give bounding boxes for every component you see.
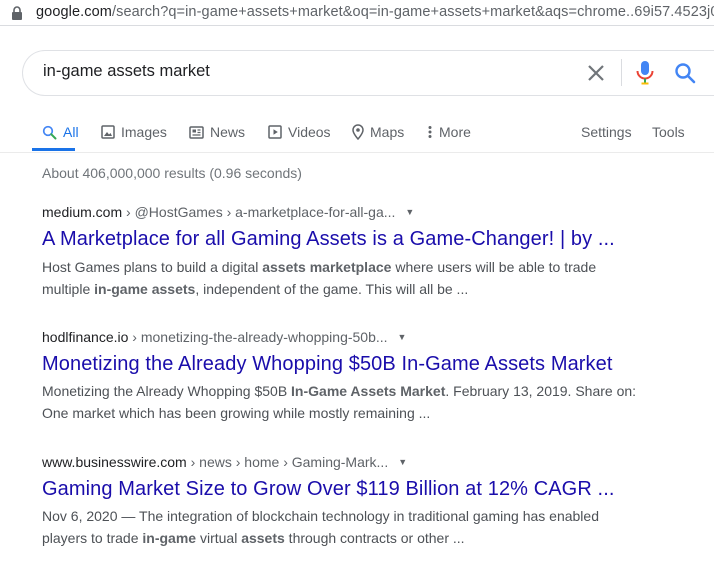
result-path: › news › home › Gaming-Mark... [186, 454, 389, 470]
snippet-text: Nov 6, 2020 — The integration of blockch… [42, 508, 599, 524]
result-snippet-line: Host Games plans to build a digital asse… [42, 256, 596, 278]
result-title[interactable]: Gaming Market Size to Grow Over $119 Bil… [42, 478, 615, 501]
video-icon [268, 125, 282, 139]
snippet-highlight: in-game assets [94, 281, 196, 297]
snippet-text: Monetizing the Already Whopping $50B [42, 383, 292, 399]
map-pin-icon [352, 124, 364, 140]
result-title[interactable]: Monetizing the Already Whopping $50B In-… [42, 353, 613, 376]
snippet-highlight: in-game [142, 530, 197, 546]
lock-icon [12, 6, 22, 20]
result-snippet-line: multiple in-game assets, independent of … [42, 278, 468, 300]
result-snippet-line: players to trade in-game virtual assets … [42, 527, 465, 549]
active-tab-indicator [32, 148, 75, 151]
snippet-text: where users will be able to trade [391, 259, 597, 275]
tab-all[interactable]: All [42, 121, 79, 143]
search-icon [42, 125, 57, 139]
tab-label: Images [121, 124, 167, 140]
result-cite[interactable]: medium.com › @HostGames › a-marketplace-… [42, 204, 414, 220]
result-snippet-line: One market which has been growing while … [42, 402, 430, 424]
image-icon [101, 125, 115, 139]
address-bar[interactable]: google.com/search?q=in-game+assets+marke… [0, 0, 714, 26]
snippet-text: virtual [196, 530, 242, 546]
tab-label: Settings [581, 124, 632, 140]
snippet-highlight: assets [241, 530, 285, 546]
result-path: › @HostGames › a-marketplace-for-all-ga.… [122, 204, 396, 220]
snippet-text: Host Games plans to build a digital [42, 259, 263, 275]
search-input[interactable]: in-game assets market [43, 62, 210, 81]
tab-label: Videos [288, 124, 331, 140]
search-box-divider [621, 59, 622, 86]
tools-link[interactable]: Tools [652, 121, 685, 143]
url-host: google.com [36, 4, 112, 20]
snippet-text: , independent of the game. This will all… [195, 281, 469, 297]
result-stats: About 406,000,000 results (0.96 seconds) [42, 165, 302, 181]
tab-label: Tools [652, 124, 685, 140]
more-vertical-icon [428, 126, 432, 138]
result-cite[interactable]: hodlfinance.io › monetizing-the-already-… [42, 329, 406, 345]
search-icon[interactable] [673, 61, 697, 85]
dropdown-arrow-icon[interactable]: ▼ [398, 332, 407, 342]
snippet-highlight: In-Game Assets Market [291, 383, 446, 399]
snippet-text: multiple [42, 281, 95, 297]
tabs-divider [0, 152, 714, 153]
result-snippet-line: Monetizing the Already Whopping $50B In-… [42, 380, 636, 402]
snippet-highlight: assets marketplace [262, 259, 392, 275]
clear-icon[interactable] [585, 62, 607, 84]
tab-more[interactable]: More [428, 121, 471, 143]
tab-label: News [210, 124, 246, 140]
settings-link[interactable]: Settings [581, 121, 632, 143]
dropdown-arrow-icon[interactable]: ▼ [398, 457, 407, 467]
url-path: /search?q=in-game+assets+market&oq=in-ga… [111, 4, 714, 20]
tab-news[interactable]: News [189, 121, 245, 143]
tab-label: More [439, 124, 471, 140]
microphone-icon[interactable] [635, 60, 655, 86]
tab-maps[interactable]: Maps [352, 121, 404, 143]
dropdown-arrow-icon[interactable]: ▼ [405, 207, 414, 217]
result-site: hodlfinance.io [42, 329, 129, 345]
tab-videos[interactable]: Videos [268, 121, 331, 143]
tab-label: All [63, 124, 79, 140]
tab-label: Maps [370, 124, 405, 140]
news-icon [189, 125, 204, 139]
result-title[interactable]: A Marketplace for all Gaming Assets is a… [42, 228, 615, 251]
result-site: medium.com [42, 204, 123, 220]
url-text[interactable]: google.com/search?q=in-game+assets+marke… [36, 4, 714, 20]
result-site: www.businesswire.com [42, 454, 187, 470]
result-cite[interactable]: www.businesswire.com › news › home › Gam… [42, 454, 407, 470]
snippet-text: . February 13, 2019. Share on: [445, 383, 637, 399]
snippet-text: through contracts or other ... [284, 530, 465, 546]
snippet-text: players to trade [42, 530, 143, 546]
result-snippet-line: Nov 6, 2020 — The integration of blockch… [42, 505, 599, 527]
result-path: › monetizing-the-already-whopping-50b... [128, 329, 388, 345]
snippet-text: One market which has been growing while … [42, 405, 431, 421]
tab-images[interactable]: Images [101, 121, 167, 143]
